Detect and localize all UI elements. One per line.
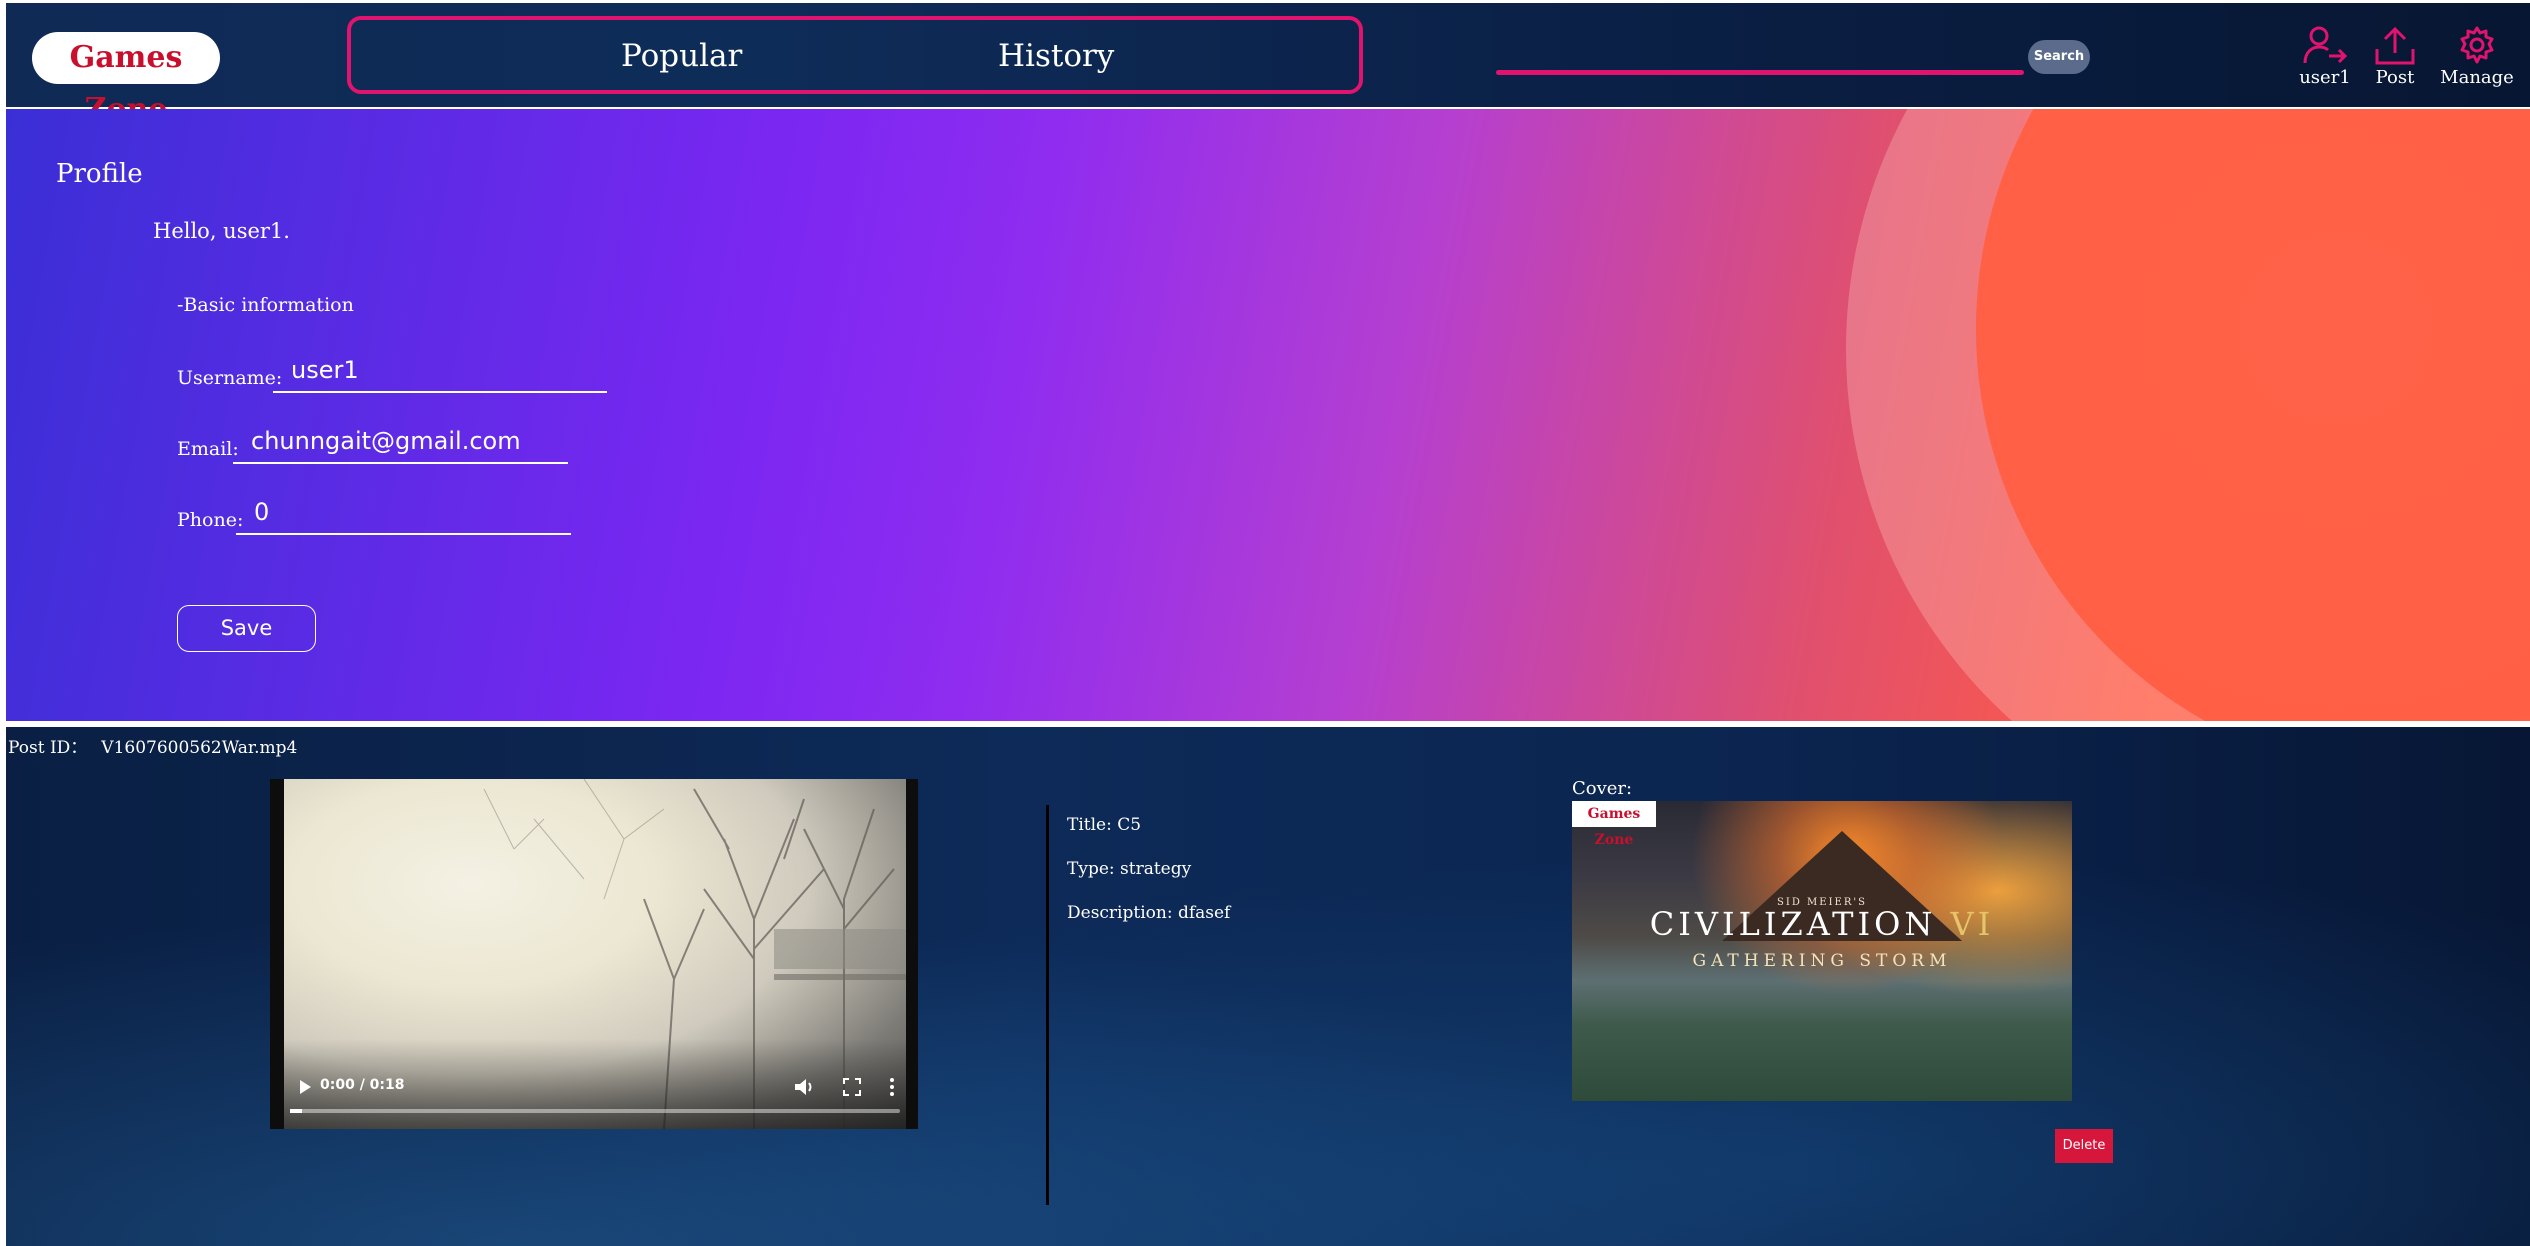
email-label: Email: bbox=[177, 438, 239, 460]
post-description: Description: dfasef bbox=[1067, 903, 1231, 923]
gear-icon bbox=[2460, 26, 2494, 64]
video-progress-fill bbox=[290, 1109, 302, 1113]
video-time: 0:00 / 0:18 bbox=[320, 1077, 405, 1093]
vertical-divider bbox=[1046, 805, 1049, 1205]
greeting-text: Hello, user1. bbox=[153, 219, 290, 243]
user-logout-icon bbox=[2303, 26, 2347, 64]
cover-title-main: CIVILIZATION bbox=[1649, 905, 1937, 943]
nav-popular[interactable]: Popular bbox=[621, 38, 742, 74]
save-button[interactable]: Save bbox=[177, 605, 316, 652]
user-label: user1 bbox=[2299, 67, 2351, 88]
post-panel: Post ID： V1607600562War.mp4 0:00 / 0:18 bbox=[6, 727, 2530, 1246]
volume-icon[interactable] bbox=[794, 1077, 816, 1097]
email-field[interactable] bbox=[233, 420, 568, 464]
post-id: Post ID： V1607600562War.mp4 bbox=[8, 733, 297, 758]
fullscreen-icon[interactable] bbox=[842, 1077, 862, 1097]
post-upload-button[interactable]: Post bbox=[2350, 25, 2440, 88]
nav-history[interactable]: History bbox=[998, 38, 1114, 74]
username-label: Username: bbox=[177, 367, 283, 389]
cover-watermark: Games Zone bbox=[1572, 801, 1656, 848]
cover-image: Games Zone SID MEIER'S CIVILIZATION VI G… bbox=[1572, 801, 2072, 1101]
video-progress-bar[interactable] bbox=[290, 1109, 900, 1113]
search-button[interactable]: Search bbox=[2028, 40, 2090, 74]
post-title: Title: C5 bbox=[1067, 815, 1142, 835]
search-underline bbox=[1496, 70, 2024, 75]
video-player[interactable]: 0:00 / 0:18 bbox=[270, 779, 918, 1129]
cover-title-numeral: VI bbox=[1950, 905, 1995, 943]
cover-title: CIVILIZATION VI bbox=[1572, 905, 2072, 943]
username-field[interactable] bbox=[273, 349, 607, 393]
upload-icon bbox=[2375, 26, 2415, 65]
site-logo[interactable]: Games Zone bbox=[32, 32, 220, 127]
search-input[interactable] bbox=[1496, 27, 2028, 69]
delete-button[interactable]: Delete bbox=[2055, 1129, 2113, 1163]
cover-subtitle: GATHERING STORM bbox=[1692, 951, 1952, 971]
more-options-icon[interactable] bbox=[888, 1077, 896, 1097]
cover-label: Cover: bbox=[1572, 778, 1633, 799]
manage-button[interactable]: Manage bbox=[2432, 25, 2522, 88]
manage-label: Manage bbox=[2440, 67, 2514, 88]
main-nav: Popular History bbox=[347, 16, 1363, 94]
post-id-label: Post ID： bbox=[8, 738, 88, 758]
post-type: Type: strategy bbox=[1067, 859, 1192, 879]
phone-field[interactable] bbox=[236, 491, 571, 535]
profile-banner: Profile Hello, user1. -Basic information… bbox=[6, 109, 2530, 721]
post-label: Post bbox=[2375, 67, 2415, 88]
phone-label: Phone: bbox=[177, 509, 244, 531]
video-controls: 0:00 / 0:18 bbox=[284, 1039, 906, 1129]
top-header: Games Zone Popular History Search user1 … bbox=[6, 3, 2530, 127]
profile-title: Profile bbox=[56, 159, 143, 189]
play-icon[interactable] bbox=[298, 1079, 312, 1095]
basic-info-heading: -Basic information bbox=[177, 294, 354, 316]
post-id-value: V1607600562War.mp4 bbox=[101, 738, 298, 758]
